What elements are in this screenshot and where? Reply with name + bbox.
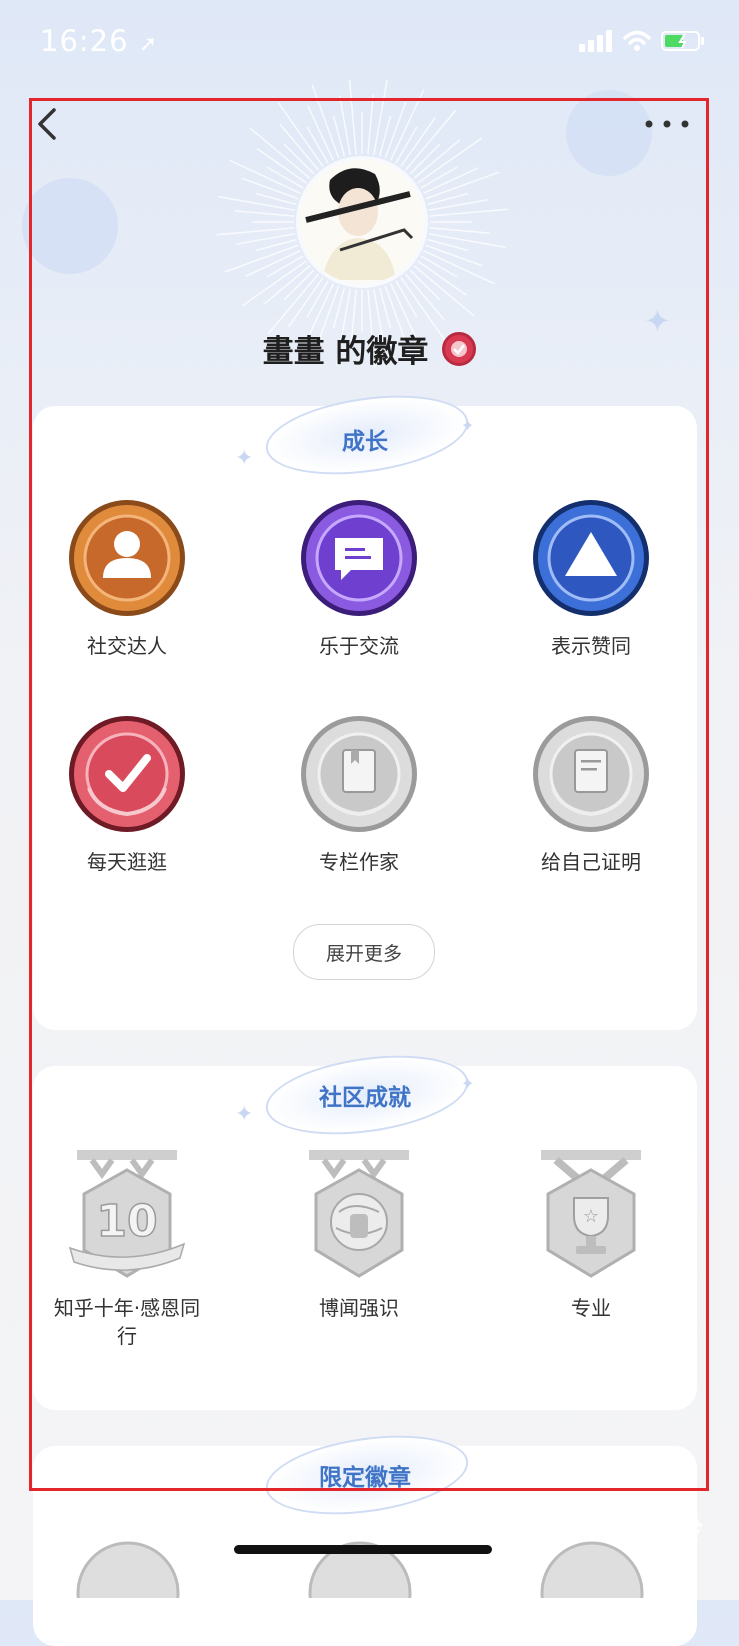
battery-icon — [661, 31, 704, 51]
page-title: 畫畫 的徽章 — [0, 326, 739, 371]
person-medal-icon — [69, 500, 185, 616]
badge-label: 知乎十年·感恩同行 — [53, 1296, 201, 1348]
badge-label: 专业 — [571, 1296, 611, 1320]
book-medal-icon — [301, 716, 417, 832]
svg-text:10: 10 — [96, 1196, 157, 1247]
badge-item[interactable]: 博闻强识 — [259, 1150, 459, 1322]
signal-icon — [579, 30, 612, 52]
avatar-ray — [429, 208, 508, 217]
avatar-ray — [429, 227, 490, 234]
globe-hand-medal-icon — [309, 1150, 409, 1278]
section-title: 限定徽章 — [319, 1465, 411, 1491]
badge-item[interactable]: ☆ 专业 — [491, 1150, 691, 1322]
location-arrow-icon: ➚ — [138, 32, 159, 57]
badge-label: 表示赞同 — [551, 634, 631, 658]
checkmark-medal-icon — [69, 716, 185, 832]
more-dots-icon — [645, 120, 689, 128]
badge-item[interactable]: 专栏作家 — [259, 714, 459, 876]
badge-item[interactable]: 社交达人 — [27, 498, 227, 660]
avatar-image — [300, 160, 424, 284]
section-title: 成长 — [342, 429, 388, 455]
decor-star: ✦ — [235, 1102, 254, 1127]
badge-label: 博闻强识 — [319, 1296, 399, 1320]
badge-label: 每天逛逛 — [87, 850, 167, 874]
status-indicators — [579, 30, 705, 52]
badge-label: 专栏作家 — [319, 850, 399, 874]
decor-star: ✦ — [235, 446, 254, 471]
avatar-ray — [348, 80, 357, 155]
badge-item[interactable]: 每天逛逛 — [27, 714, 227, 876]
expand-more-button[interactable]: 展开更多 — [293, 924, 435, 980]
avatar-ray — [367, 94, 374, 155]
decor-star: ✦ — [461, 1074, 475, 1093]
growth-section: 成长 ✦ ✦ 社交达人 乐于交流 表示赞同 每天逛逛 专栏作家 给自己证明 展开… — [33, 384, 697, 1030]
avatar[interactable] — [300, 160, 424, 284]
badge-label: 乐于交流 — [319, 634, 399, 658]
more-button[interactable] — [639, 104, 699, 144]
badge-item[interactable]: 10 知乎十年·感恩同行 — [27, 1150, 227, 1350]
badge-item[interactable]: 乐于交流 — [259, 498, 459, 660]
avatar-ray — [216, 227, 295, 236]
badge-indicator-icon[interactable] — [442, 331, 477, 366]
avatar-ray — [390, 89, 425, 161]
svg-text:☆: ☆ — [583, 1206, 599, 1227]
document-medal-icon — [533, 716, 649, 832]
avatar-ray — [373, 80, 388, 156]
decor-bubble — [22, 178, 118, 274]
avatar-ray — [234, 210, 295, 217]
ten-years-medal-icon: 10 — [68, 1150, 186, 1278]
badge-preview-icon — [76, 1541, 180, 1598]
trophy-medal-icon: ☆ — [541, 1150, 641, 1278]
avatar-ray — [428, 233, 506, 249]
badge-item[interactable]: 表示赞同 — [491, 498, 691, 660]
avatar-ray — [229, 159, 301, 194]
wifi-icon — [623, 30, 651, 51]
triangle-medal-icon — [533, 500, 649, 616]
page-title-text: 畫畫 的徽章 — [262, 334, 429, 370]
section-title: 社区成就 — [319, 1085, 411, 1111]
badge-label: 社交达人 — [87, 634, 167, 658]
avatar-ray — [423, 250, 495, 285]
back-button[interactable] — [32, 104, 68, 144]
decor-star: ✦ — [461, 416, 475, 435]
watermark: Baidu经验 — [542, 1514, 699, 1549]
community-section: 社区成就 ✦ ✦ 10 知乎十年·感恩同行 博闻强识 ☆ 专业 — [33, 1044, 697, 1410]
status-time: 16:26 ➚ — [40, 24, 159, 58]
chat-bubble-medal-icon — [301, 500, 417, 616]
avatar-ray — [218, 195, 296, 211]
badge-item[interactable]: 给自己证明 — [491, 714, 691, 876]
chevron-left-icon — [38, 108, 56, 140]
badge-label: 给自己证明 — [541, 850, 641, 874]
home-indicator[interactable] — [234, 1545, 492, 1554]
